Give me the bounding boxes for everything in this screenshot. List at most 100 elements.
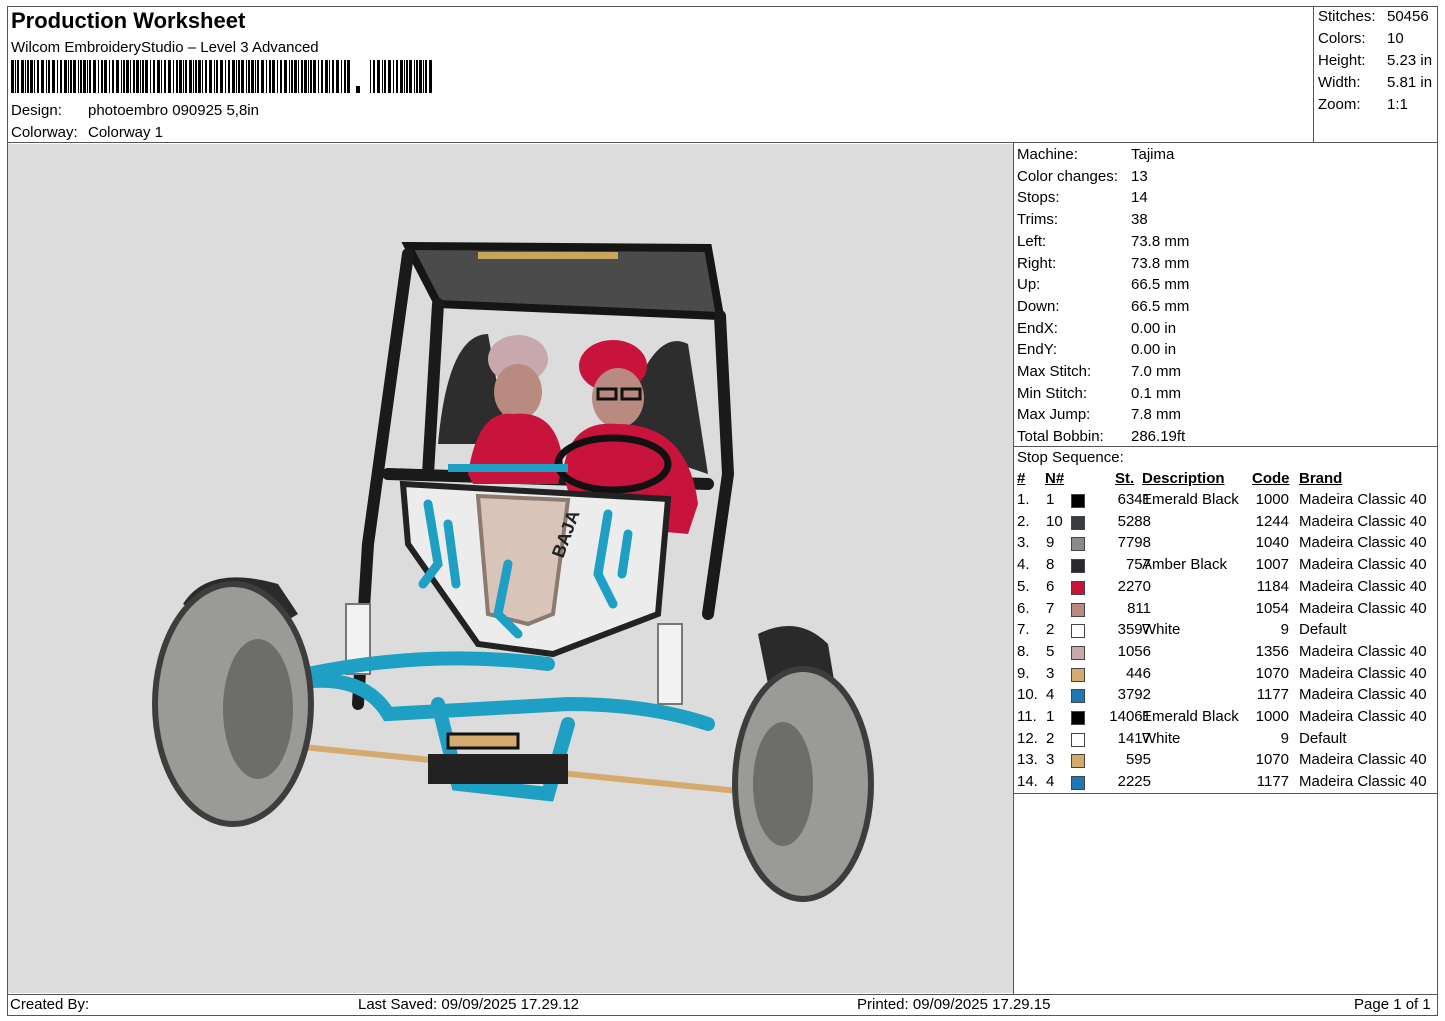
row-stitches: 7798 bbox=[1117, 534, 1151, 552]
design-preview: BAJA bbox=[8, 144, 1013, 993]
row-index: 4. bbox=[1017, 556, 1030, 574]
machine-info-value: 14 bbox=[1131, 189, 1148, 207]
machine-info-label: EndX: bbox=[1017, 319, 1058, 337]
table-row: 5. 6 2270 1184 Madeira Classic 40 bbox=[1016, 578, 1436, 599]
preview-divider bbox=[1013, 142, 1014, 994]
row-code: 1244 bbox=[1255, 512, 1289, 530]
row-stitches: 3792 bbox=[1117, 686, 1151, 704]
summary-label: Stitches: bbox=[1318, 8, 1376, 25]
stop-sequence-title: Stop Sequence: bbox=[1017, 449, 1124, 466]
machine-info-value: 66.5 mm bbox=[1131, 276, 1190, 294]
machine-info-value: 73.8 mm bbox=[1131, 254, 1190, 272]
machine-info-value: 286.19ft bbox=[1131, 428, 1186, 446]
footer-page: Page 1 of 1 bbox=[1354, 996, 1431, 1013]
summary-label: Height: bbox=[1318, 52, 1366, 69]
thread-color-swatch bbox=[1071, 711, 1085, 725]
thread-color-swatch bbox=[1071, 494, 1085, 508]
machine-info-value: 66.5 mm bbox=[1131, 297, 1190, 315]
row-stitches: 2270 bbox=[1117, 577, 1151, 595]
machine-info-label: Down: bbox=[1017, 297, 1060, 315]
summary-divider bbox=[1313, 6, 1314, 142]
page-title: Production Worksheet bbox=[11, 8, 246, 33]
row-brand: Madeira Classic 40 bbox=[1299, 642, 1427, 660]
row-index: 8. bbox=[1017, 642, 1030, 660]
summary-label: Width: bbox=[1318, 74, 1361, 91]
row-code: 1007 bbox=[1255, 556, 1289, 574]
summary-label: Zoom: bbox=[1318, 96, 1361, 113]
machine-info-label: Trims: bbox=[1017, 211, 1059, 229]
table-row: 3. 9 7798 1040 Madeira Classic 40 bbox=[1016, 534, 1436, 555]
row-description: Emerald Black bbox=[1142, 491, 1239, 508]
row-description: White bbox=[1142, 729, 1181, 747]
row-brand: Madeira Classic 40 bbox=[1299, 664, 1427, 682]
row-description: Amber Black bbox=[1142, 556, 1228, 574]
thread-color-swatch bbox=[1071, 732, 1085, 747]
table-row: 12. 2 1417 White 9 Default bbox=[1016, 730, 1436, 751]
col-description-header: Description bbox=[1142, 470, 1225, 487]
software-name: Wilcom EmbroideryStudio – Level 3 Advanc… bbox=[11, 39, 319, 56]
summary-label: Colors: bbox=[1318, 30, 1366, 47]
table-row: 10. 4 3792 1177 Madeira Classic 40 bbox=[1016, 686, 1436, 707]
thread-color-swatch bbox=[1071, 754, 1085, 769]
machine-info-label: Total Bobbin: bbox=[1017, 428, 1104, 446]
row-stitches: 2225 bbox=[1117, 773, 1151, 791]
row-brand: Madeira Classic 40 bbox=[1299, 577, 1427, 595]
table-row: 1. 1 6341 Emerald Black 1000 Madeira Cla… bbox=[1016, 491, 1436, 512]
row-code: 1184 bbox=[1256, 577, 1289, 595]
row-code: 9 bbox=[1280, 729, 1289, 747]
col-code-header: Code bbox=[1252, 470, 1290, 487]
summary-value: 1:1 bbox=[1387, 96, 1408, 113]
colorway-value: Colorway 1 bbox=[88, 124, 164, 141]
row-index: 10. bbox=[1017, 686, 1038, 704]
info-divider bbox=[1013, 446, 1438, 447]
row-stitches: 446 bbox=[1125, 664, 1151, 682]
row-description: Emerald Black bbox=[1142, 708, 1239, 725]
row-needle: 6 bbox=[1046, 577, 1055, 595]
row-index: 1. bbox=[1017, 491, 1030, 508]
header-divider bbox=[7, 142, 1438, 143]
row-code: 1177 bbox=[1256, 686, 1289, 704]
machine-info-label: EndY: bbox=[1017, 341, 1058, 359]
row-index: 9. bbox=[1017, 664, 1030, 682]
row-code: 1356 bbox=[1255, 642, 1289, 660]
design-label: Design: bbox=[11, 102, 62, 119]
machine-info-label: Min Stitch: bbox=[1017, 384, 1088, 402]
row-brand: Madeira Classic 40 bbox=[1299, 491, 1427, 508]
table-row: 4. 8 757 Amber Black 1007 Madeira Classi… bbox=[1016, 556, 1436, 577]
row-code: 1070 bbox=[1255, 664, 1289, 682]
machine-info-label: Max Stitch: bbox=[1017, 363, 1092, 380]
summary-value: 10 bbox=[1387, 30, 1404, 47]
table-row: 2. 10 5288 1244 Madeira Classic 40 bbox=[1016, 513, 1436, 534]
row-code: 1070 bbox=[1255, 751, 1289, 769]
row-index: 12. bbox=[1017, 729, 1038, 747]
summary-value: 50456 bbox=[1387, 8, 1429, 25]
row-brand: Madeira Classic 40 bbox=[1299, 751, 1427, 769]
row-needle: 3 bbox=[1046, 751, 1055, 769]
row-index: 11. bbox=[1017, 708, 1037, 725]
row-needle: 8 bbox=[1046, 556, 1055, 574]
row-stitches: 595 bbox=[1125, 751, 1151, 769]
row-brand: Madeira Classic 40 bbox=[1299, 556, 1427, 574]
row-needle: 10 bbox=[1046, 512, 1063, 530]
table-row: 13. 3 595 1070 Madeira Classic 40 bbox=[1016, 751, 1436, 772]
design-value: photoembro 090925 5,8in bbox=[88, 102, 259, 119]
table-row: 6. 7 811 1054 Madeira Classic 40 bbox=[1016, 600, 1436, 621]
row-code: 9 bbox=[1280, 621, 1289, 639]
col-needle-header: N# bbox=[1045, 470, 1065, 487]
row-brand: Default bbox=[1299, 621, 1347, 639]
row-needle: 3 bbox=[1046, 664, 1055, 682]
summary-value: 5.23 in bbox=[1387, 52, 1433, 69]
machine-info-value: 0.1 mm bbox=[1131, 384, 1182, 402]
machine-info-value: 7.0 mm bbox=[1131, 363, 1182, 380]
row-stitches: 811 bbox=[1127, 599, 1151, 617]
table-row: 8. 5 1056 1356 Madeira Classic 40 bbox=[1016, 643, 1436, 664]
machine-info-label: Up: bbox=[1017, 276, 1041, 294]
thread-color-swatch bbox=[1071, 580, 1085, 595]
col-brand-header: Brand bbox=[1299, 470, 1343, 487]
row-index: 7. bbox=[1017, 621, 1030, 639]
machine-info-label: Color changes: bbox=[1017, 167, 1118, 185]
machine-info-value: 73.8 mm bbox=[1131, 232, 1190, 250]
footer-last-saved: Last Saved: 09/09/2025 17.29.12 bbox=[358, 996, 580, 1013]
col-index-header: # bbox=[1017, 470, 1026, 487]
row-index: 14. bbox=[1017, 773, 1038, 791]
